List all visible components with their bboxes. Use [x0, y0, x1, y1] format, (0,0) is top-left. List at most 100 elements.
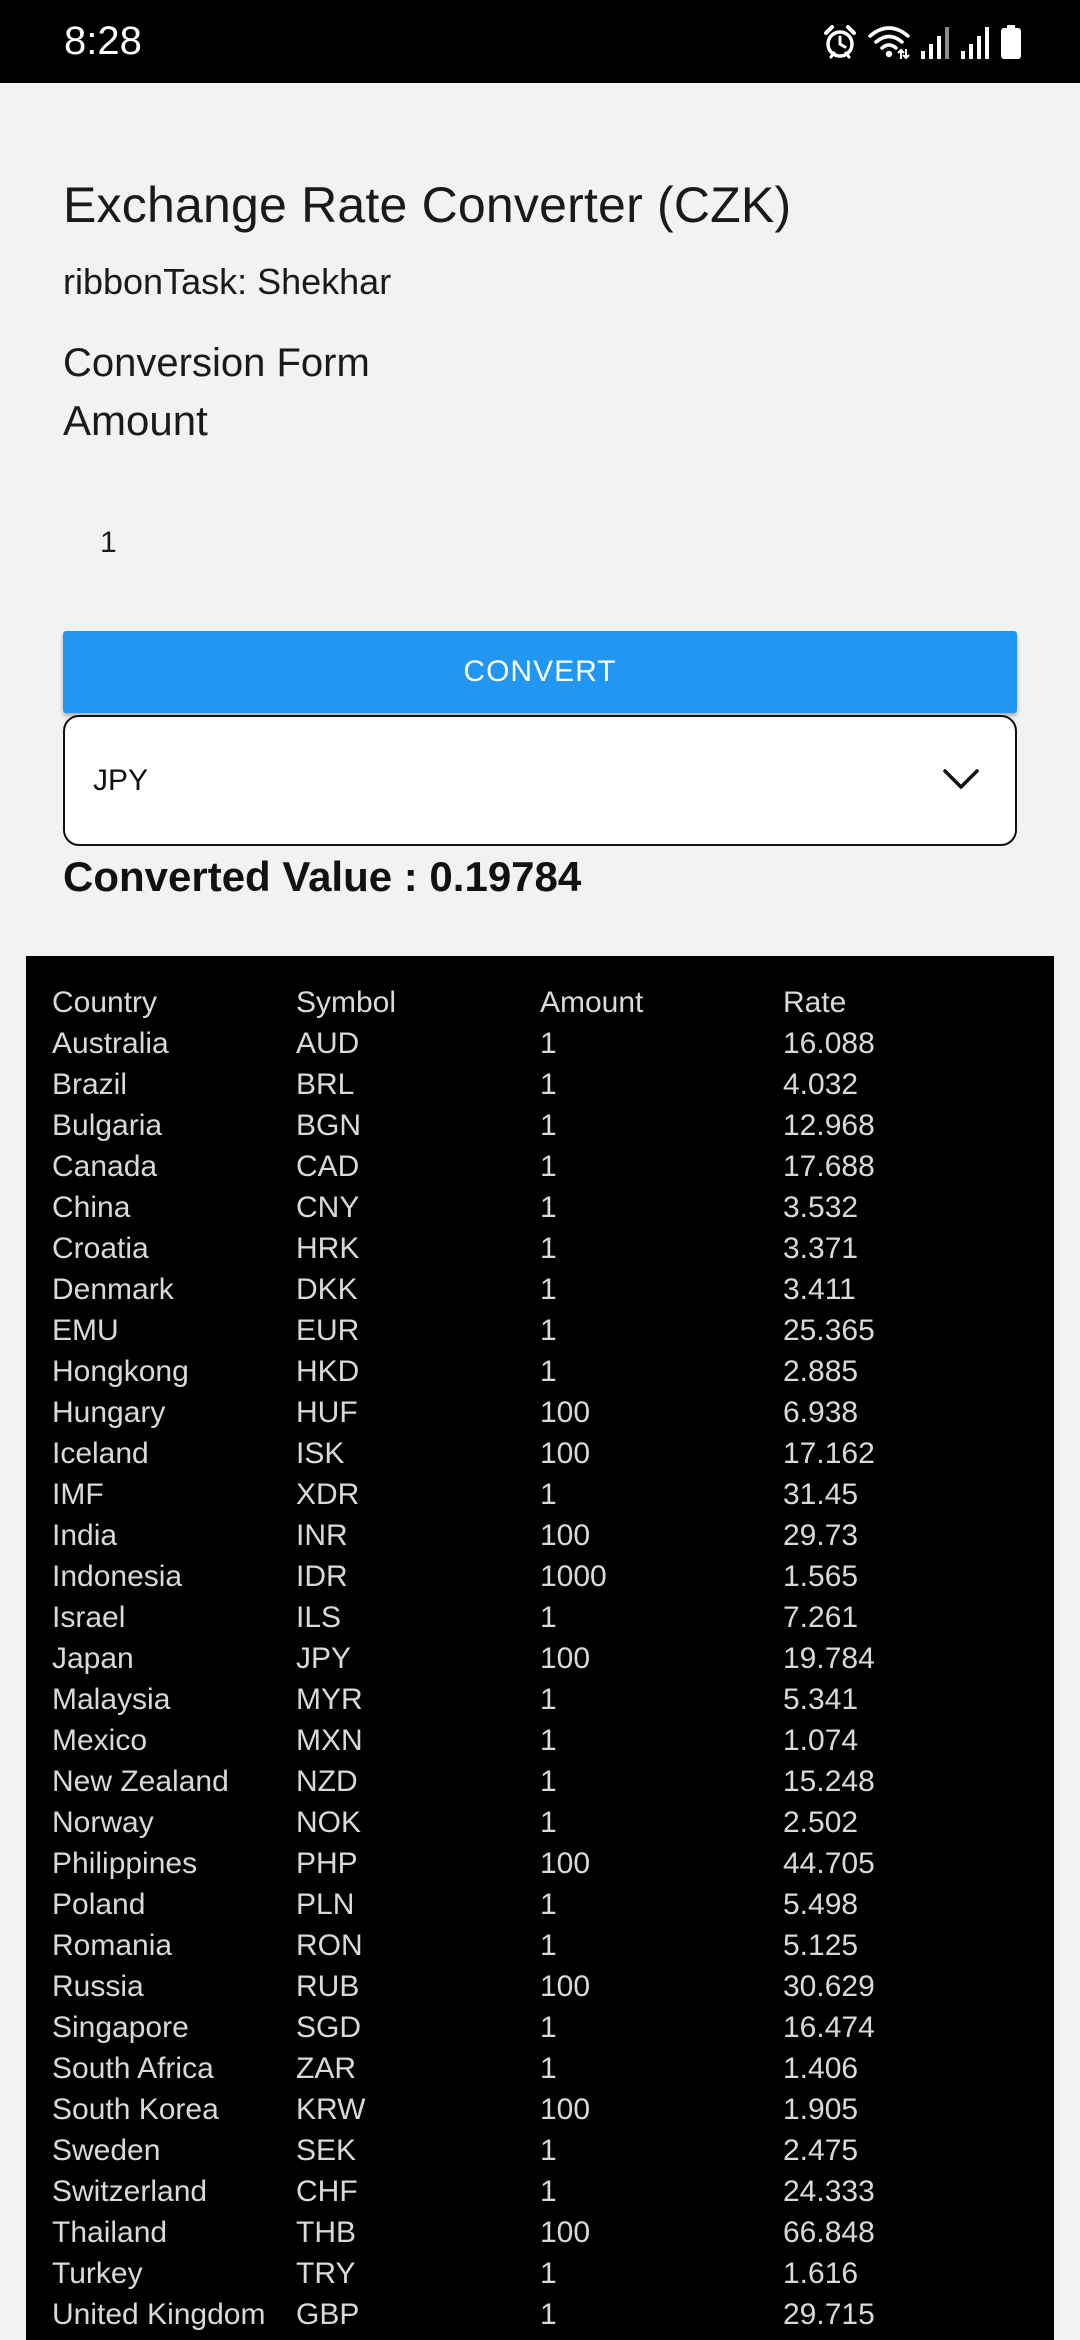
cell-rate: 2.885	[783, 1355, 859, 1388]
cell-country: New Zealand	[52, 1765, 229, 1798]
status-time: 8:28	[64, 19, 142, 63]
cell-amount: 1	[540, 2257, 557, 2290]
table-row: Philippines PHP 100 44.705	[52, 1843, 1023, 1884]
cell-rate: 1.616	[783, 2257, 859, 2290]
currency-select-value: JPY	[93, 764, 149, 797]
rates-table-body: Australia AUD 1 16.088 Brazil BRL 1 4.032 Bulgar…	[52, 1023, 1023, 2335]
cell-amount: 1	[540, 1929, 557, 1962]
cell-country: Mexico	[52, 1724, 148, 1757]
cell-rate: 1.905	[783, 2093, 859, 2126]
table-row: Croatia HRK 1 3.371	[52, 1228, 1023, 1269]
cell-amount: 1000	[540, 1560, 607, 1593]
page-title: Exchange Rate Converter (CZK)	[63, 177, 792, 233]
table-row: South Korea KRW 100 1.905	[52, 2089, 1023, 2130]
cell-country: Sweden	[52, 2134, 161, 2167]
table-row: Japan JPY 100 19.784	[52, 1638, 1023, 1679]
convert-button[interactable]: CONVERT	[63, 631, 1017, 713]
cell-rate: 30.629	[783, 1970, 875, 2003]
cell-symbol: HRK	[296, 1232, 360, 1265]
cell-symbol: PLN	[296, 1888, 355, 1921]
cell-rate: 29.73	[783, 1519, 859, 1552]
cell-amount: 100	[540, 2216, 591, 2249]
table-row: Poland PLN 1 5.498	[52, 1884, 1023, 1925]
table-row: Israel ILS 1 7.261	[52, 1597, 1023, 1638]
cell-amount: 100	[540, 1519, 591, 1552]
cell-amount: 100	[540, 1437, 591, 1470]
cell-amount: 1	[540, 2298, 557, 2331]
table-row: IMF XDR 1 31.45	[52, 1474, 1023, 1515]
table-row: Romania RON 1 5.125	[52, 1925, 1023, 1966]
table-row: China CNY 1 3.532	[52, 1187, 1023, 1228]
cell-amount: 1	[540, 1478, 557, 1511]
cell-amount: 1	[540, 1150, 557, 1183]
cell-symbol: ISK	[296, 1437, 345, 1470]
table-row: Malaysia MYR 1 5.341	[52, 1679, 1023, 1720]
cell-amount: 1	[540, 2175, 557, 2208]
cell-rate: 1.406	[783, 2052, 859, 2085]
table-row: Mexico MXN 1 1.074	[52, 1720, 1023, 1761]
cell-rate: 25.365	[783, 1314, 875, 1347]
cell-rate: 3.371	[783, 1232, 859, 1265]
table-header-row: Country Symbol Amount Rate	[52, 982, 1023, 1023]
cell-symbol: GBP	[296, 2298, 360, 2331]
table-row: Sweden SEK 1 2.475	[52, 2130, 1023, 2171]
cell-rate: 3.411	[783, 1273, 856, 1306]
amount-input[interactable]	[63, 503, 1017, 583]
cell-symbol: EUR	[296, 1314, 360, 1347]
cell-symbol: ILS	[296, 1601, 342, 1634]
wifi-icon	[868, 24, 910, 60]
cell-amount: 1	[540, 1068, 557, 1101]
cell-amount: 100	[540, 1970, 591, 2003]
chevron-down-icon	[943, 767, 979, 796]
cell-rate: 6.938	[783, 1396, 859, 1429]
table-row: Iceland ISK 100 17.162	[52, 1433, 1023, 1474]
cell-symbol: RON	[296, 1929, 363, 1962]
cell-symbol: INR	[296, 1519, 348, 1552]
cell-symbol: NZD	[296, 1765, 358, 1798]
cell-country: Switzerland	[52, 2175, 208, 2208]
cell-rate: 7.261	[783, 1601, 859, 1634]
cell-country: Croatia	[52, 1232, 149, 1265]
cell-country: Japan	[52, 1642, 134, 1675]
cell-rate: 1.565	[783, 1560, 859, 1593]
cell-amount: 1	[540, 2011, 557, 2044]
cell-symbol: HKD	[296, 1355, 360, 1388]
cell-amount: 100	[540, 1847, 591, 1880]
cell-symbol: PHP	[296, 1847, 358, 1880]
cell-amount: 100	[540, 1642, 591, 1675]
cell-country: Hungary	[52, 1396, 166, 1429]
table-row: Turkey TRY 1 1.616	[52, 2253, 1023, 2294]
cell-amount: 1	[540, 1232, 557, 1265]
currency-select[interactable]: JPY	[63, 715, 1017, 846]
cell-amount: 1	[540, 1109, 557, 1142]
cell-rate: 3.532	[783, 1191, 859, 1224]
cell-amount: 1	[540, 2052, 557, 2085]
cell-country: India	[52, 1519, 118, 1552]
cell-rate: 17.162	[783, 1437, 875, 1470]
cell-symbol: XDR	[296, 1478, 360, 1511]
cell-symbol: MXN	[296, 1724, 363, 1757]
cell-amount: 1	[540, 1027, 557, 1060]
cell-amount: 1	[540, 1601, 557, 1634]
battery-icon	[1000, 24, 1022, 60]
cell-symbol: ZAR	[296, 2052, 356, 2085]
cell-rate: 12.968	[783, 1109, 875, 1142]
signal-icon	[960, 24, 990, 60]
cell-country: Philippines	[52, 1847, 198, 1880]
cell-amount: 100	[540, 2093, 591, 2126]
status-bar: 8:28	[0, 0, 1080, 83]
cell-rate: 4.032	[783, 1068, 859, 1101]
cell-rate: 15.248	[783, 1765, 875, 1798]
cell-country: Singapore	[52, 2011, 189, 2044]
cell-rate: 2.475	[783, 2134, 859, 2167]
header-symbol: Symbol	[296, 986, 397, 1019]
cell-rate: 1.074	[783, 1724, 859, 1757]
cell-country: Turkey	[52, 2257, 143, 2290]
cell-country: Australia	[52, 1027, 169, 1060]
table-row: Hungary HUF 100 6.938	[52, 1392, 1023, 1433]
cell-symbol: IDR	[296, 1560, 348, 1593]
amount-label: Amount	[63, 397, 208, 444]
page-subtitle: ribbonTask: Shekhar	[63, 261, 392, 302]
cell-symbol: MYR	[296, 1683, 363, 1716]
cell-country: Israel	[52, 1601, 126, 1634]
